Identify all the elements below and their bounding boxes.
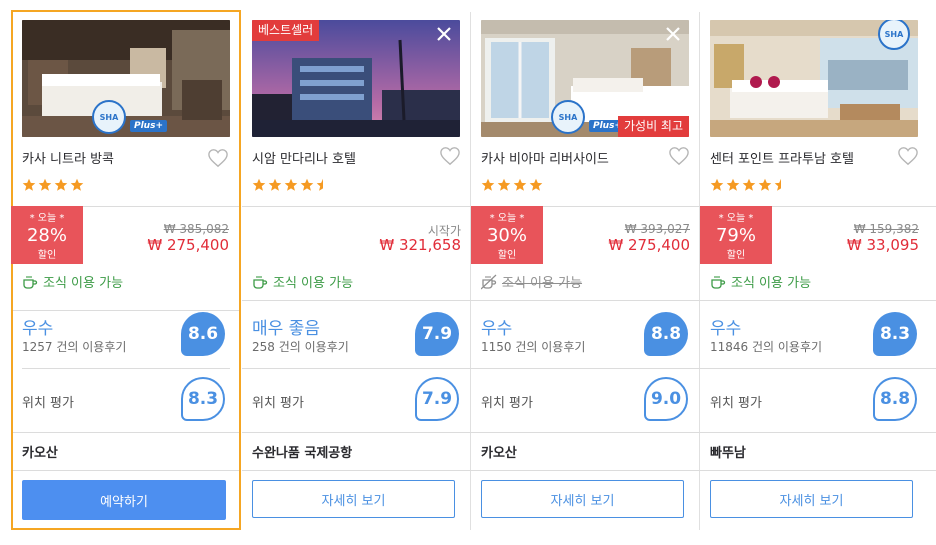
star-icon xyxy=(758,178,772,191)
today-discount-badge: * 오늘 * 28% 할인 xyxy=(11,206,83,264)
star-icon xyxy=(22,178,36,191)
location-rating-label: 위치 평가 xyxy=(481,396,533,411)
bestseller-badge: 베스트셀러 xyxy=(252,20,320,41)
star-rating xyxy=(252,178,330,192)
hotel-comparison-grid: SHA Plus+ 카사 니트라 방콕 * 오늘 * 28% 할인 ₩ 385,… xyxy=(0,0,936,545)
hotel-area: 카오산 xyxy=(22,446,58,461)
close-icon[interactable] xyxy=(663,24,683,44)
breakfast-info-unavailable: 조식 이용 가능 xyxy=(481,272,582,291)
original-price: ₩ 393,027 xyxy=(624,222,690,236)
star-icon xyxy=(710,178,724,191)
details-button[interactable]: 자세히 보기 xyxy=(710,480,913,518)
today-discount-badge: * 오늘 * 79% 할인 xyxy=(700,206,772,264)
hotel-name[interactable]: 카사 니트라 방콕 xyxy=(22,148,114,167)
heart-icon[interactable] xyxy=(897,146,919,166)
coffee-cup-icon xyxy=(253,275,268,289)
location-score: 8.3 xyxy=(181,377,225,421)
location-score: 9.0 xyxy=(644,377,688,421)
hotel-name[interactable]: 센터 포인트 프라투남 호텔 xyxy=(710,148,854,167)
hotel-photo[interactable]: SHA xyxy=(710,20,918,137)
review-count[interactable]: 1150 건의 이용후기 xyxy=(481,338,585,355)
star-icon xyxy=(497,178,511,191)
review-rating-label: 우수 xyxy=(481,319,513,339)
breakfast-info: 조식 이용 가능 xyxy=(22,272,123,291)
star-rating xyxy=(481,178,543,192)
hotel-photo[interactable]: SHA Plus+ 가성비 최고 xyxy=(481,20,689,137)
row-divider xyxy=(13,470,239,471)
row-divider xyxy=(13,432,239,433)
review-rating-label: 매우 좋음 xyxy=(252,319,320,339)
half-star-icon xyxy=(316,178,323,191)
hotel-area: 수완나품 국제공항 xyxy=(252,446,353,461)
heart-icon[interactable] xyxy=(207,148,229,168)
location-rating-label: 위치 평가 xyxy=(252,396,304,411)
hotel-card-casa-viama[interactable]: SHA Plus+ 가성비 최고 카사 비아마 리버사이드 * 오늘 * 30%… xyxy=(471,10,700,530)
sha-badge: SHA xyxy=(551,100,585,134)
today-discount-badge: * 오늘 * 30% 할인 xyxy=(471,206,543,264)
location-score: 7.9 xyxy=(415,377,459,421)
coffee-cup-icon xyxy=(23,275,38,289)
hotel-area: 카오산 xyxy=(481,446,517,461)
row-divider xyxy=(13,310,239,311)
star-icon xyxy=(252,178,266,191)
star-icon xyxy=(481,178,495,191)
location-score: 8.8 xyxy=(873,377,917,421)
half-star-icon xyxy=(774,178,781,191)
review-count[interactable]: 1257 건의 이용후기 xyxy=(22,338,126,355)
price: ₩ 321,658 xyxy=(379,236,461,254)
coffee-cup-icon xyxy=(481,274,497,289)
review-count[interactable]: 11846 건의 이용후기 xyxy=(710,338,822,355)
star-icon xyxy=(742,178,756,191)
star-icon xyxy=(300,178,314,191)
review-rating-label: 우수 xyxy=(710,319,742,339)
breakfast-info: 조식 이용 가능 xyxy=(252,272,353,291)
star-icon xyxy=(268,178,282,191)
hotel-photo[interactable]: 베스트셀러 xyxy=(252,20,460,137)
hotel-card-siam-mandarina[interactable]: 베스트셀러 시암 만다리나 호텔 시작가 ₩ 321,658 조식 이용 가능 … xyxy=(242,10,471,530)
hotel-name[interactable]: 시암 만다리나 호텔 xyxy=(252,148,356,167)
coffee-cup-icon xyxy=(711,275,726,289)
star-icon xyxy=(70,178,84,191)
details-button[interactable]: 자세히 보기 xyxy=(481,480,684,518)
best-value-badge: 가성비 최고 xyxy=(617,116,689,137)
hotel-photo[interactable]: SHA Plus+ xyxy=(22,20,230,137)
heart-icon[interactable] xyxy=(668,146,690,166)
star-rating xyxy=(710,178,788,192)
discounted-price: ₩ 275,400 xyxy=(147,236,229,254)
sha-badge: SHA xyxy=(92,100,126,134)
sha-plus-badge: Plus+ xyxy=(130,120,167,132)
review-score: 8.3 xyxy=(873,312,917,356)
hotel-card-casa-nitra[interactable]: SHA Plus+ 카사 니트라 방콕 * 오늘 * 28% 할인 ₩ 385,… xyxy=(11,10,241,530)
star-rating xyxy=(22,178,84,192)
review-score: 7.9 xyxy=(415,312,459,356)
close-icon[interactable] xyxy=(434,24,454,44)
original-price: ₩ 159,382 xyxy=(853,222,919,236)
star-icon xyxy=(54,178,68,191)
hotel-area: 빠뚜남 xyxy=(710,446,746,461)
star-icon xyxy=(38,178,52,191)
book-button[interactable]: 예약하기 xyxy=(22,480,226,520)
location-rating-label: 위치 평가 xyxy=(710,396,762,411)
heart-icon[interactable] xyxy=(439,146,461,166)
star-icon xyxy=(284,178,298,191)
discounted-price: ₩ 275,400 xyxy=(608,236,690,254)
details-button[interactable]: 자세히 보기 xyxy=(252,480,455,518)
row-divider xyxy=(22,368,230,369)
original-price: ₩ 385,082 xyxy=(163,222,229,236)
star-icon xyxy=(513,178,527,191)
review-count[interactable]: 258 건의 이용후기 xyxy=(252,338,349,355)
star-icon xyxy=(726,178,740,191)
hotel-card-centre-point-pratunam[interactable]: SHA 센터 포인트 프라투남 호텔 * 오늘 * 79% 할인 ₩ 159,3… xyxy=(700,10,929,530)
review-rating-label: 우수 xyxy=(22,319,54,339)
review-score: 8.6 xyxy=(181,312,225,356)
discounted-price: ₩ 33,095 xyxy=(846,236,919,254)
hotel-name[interactable]: 카사 비아마 리버사이드 xyxy=(481,148,609,167)
review-score: 8.8 xyxy=(644,312,688,356)
breakfast-info: 조식 이용 가능 xyxy=(710,272,811,291)
star-icon xyxy=(529,178,543,191)
location-rating-label: 위치 평가 xyxy=(22,396,74,411)
